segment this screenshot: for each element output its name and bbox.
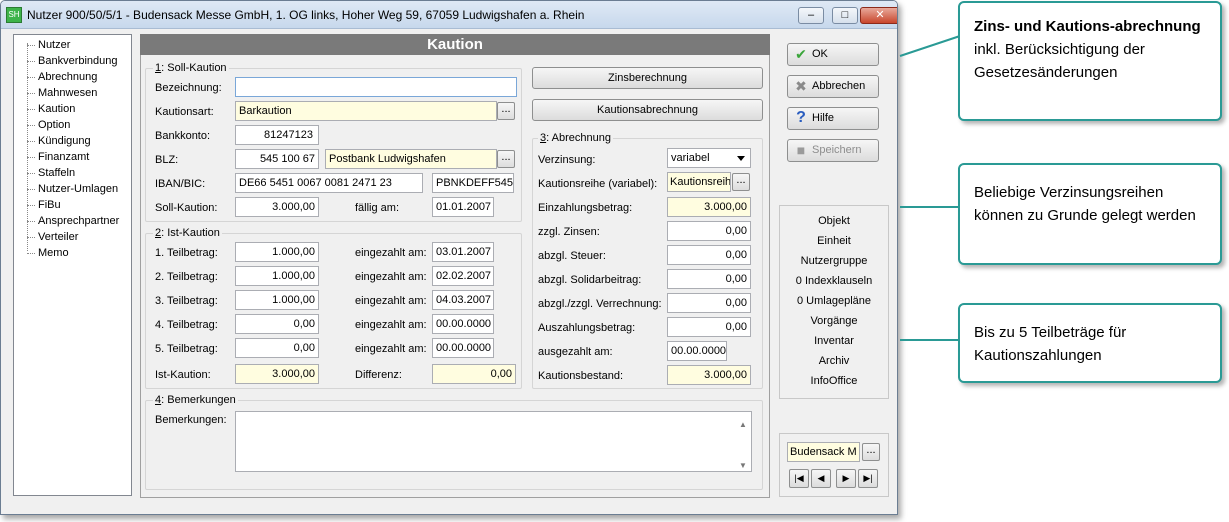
callout-1-bold-text: Zins- und Kautions-abrechnung [974, 18, 1201, 35]
callout-zinsabrechnung: Zins- und Kautions-abrechnung inkl. Berü… [958, 1, 1222, 121]
callout-1-connector [899, 35, 961, 57]
callout-verzinsungsreihen: Beliebige Verzinsungsreihen können zu Gr… [958, 163, 1222, 265]
callout-teilbetraege: Bis zu 5 Teilbeträge für Kautionszahlung… [958, 303, 1222, 383]
callout-1-text: inkl. Berücksichtigung der Gesetzesänder… [974, 41, 1145, 81]
